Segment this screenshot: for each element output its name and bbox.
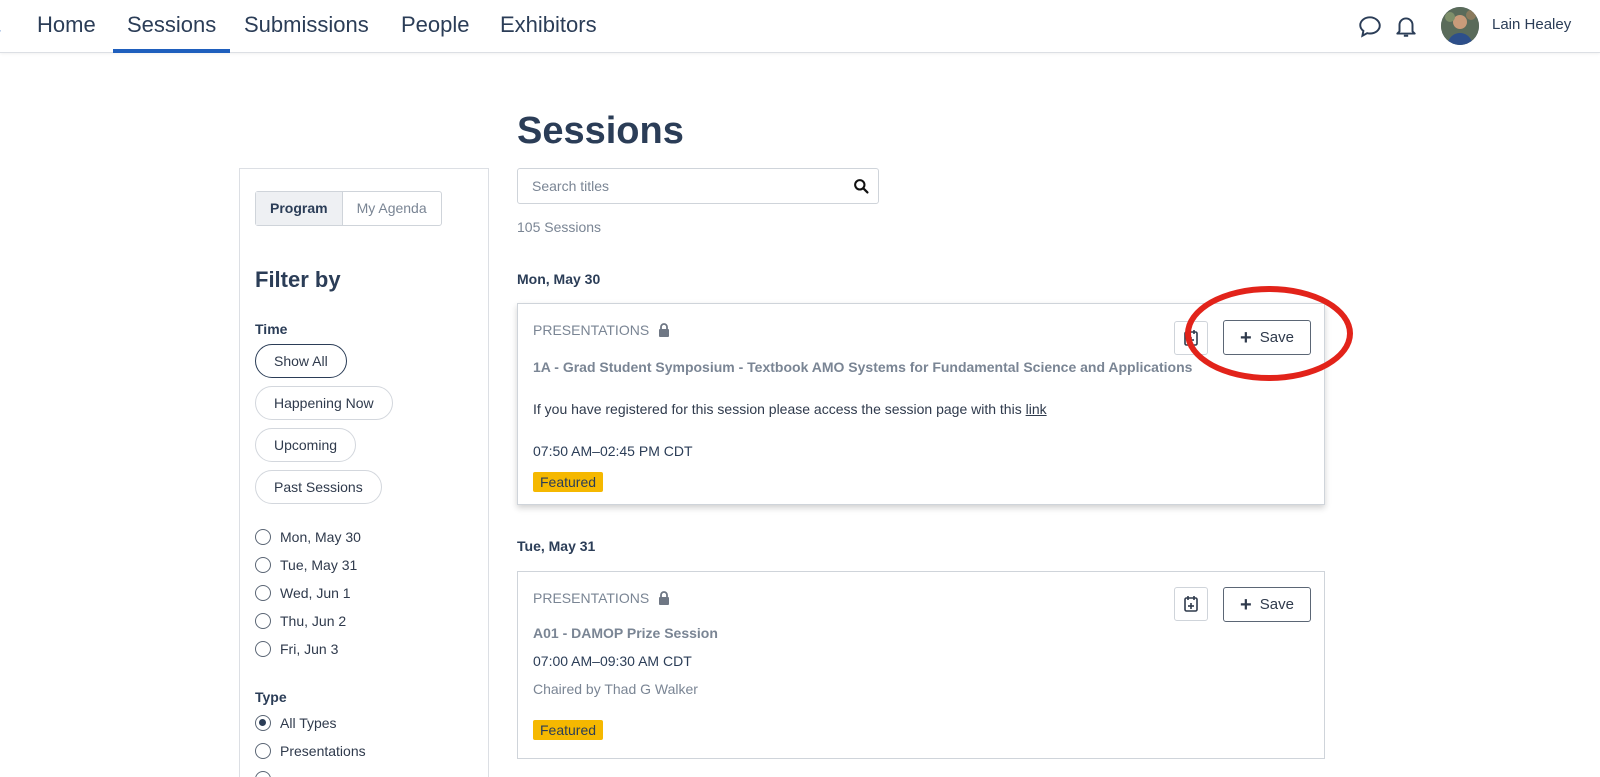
day-heading: Tue, May 31 — [517, 538, 596, 554]
featured-badge: Featured — [533, 720, 604, 740]
day-option[interactable]: Thu, Jun 2 — [255, 611, 346, 631]
tab-program[interactable]: Program — [256, 192, 342, 225]
day-option[interactable]: Wed, Jun 1 — [255, 583, 351, 603]
day-option[interactable]: Fri, Jun 3 — [255, 639, 338, 659]
top-nav: Home Sessions Submissions People Exhibit… — [0, 0, 1600, 53]
type-option[interactable] — [255, 769, 280, 777]
search-input[interactable] — [532, 176, 832, 196]
bell-icon[interactable] — [1393, 13, 1419, 39]
nav-submissions[interactable]: Submissions — [244, 12, 369, 38]
add-to-calendar-button[interactable] — [1174, 321, 1208, 355]
radio-icon[interactable] — [255, 613, 271, 629]
radio-checked-icon[interactable] — [255, 715, 271, 731]
session-type: PRESENTATIONS — [533, 322, 671, 338]
day-label: Wed, Jun 1 — [280, 585, 351, 601]
search-box — [517, 168, 879, 204]
session-type: PRESENTATIONS — [533, 590, 671, 606]
session-link[interactable]: link — [1026, 401, 1047, 417]
session-title[interactable]: 1A - Grad Student Symposium - Textbook A… — [533, 359, 1192, 375]
session-time: 07:00 AM–09:30 AM CDT — [533, 653, 692, 669]
save-label: Save — [1259, 596, 1294, 613]
day-label: Fri, Jun 3 — [280, 641, 339, 657]
radio-icon[interactable] — [255, 557, 271, 573]
nav-sessions[interactable]: Sessions — [112, 12, 231, 53]
radio-icon[interactable] — [255, 585, 271, 601]
view-toggle: Program My Agenda — [255, 191, 442, 226]
session-title[interactable]: A01 - DAMOP Prize Session — [533, 625, 718, 641]
day-option[interactable]: Tue, May 31 — [255, 555, 357, 575]
session-type-label: PRESENTATIONS — [533, 322, 650, 338]
add-to-calendar-button[interactable] — [1174, 587, 1208, 621]
avatar[interactable] — [1441, 7, 1479, 45]
session-card[interactable]: PRESENTATIONS + Save A01 - DAMOP Prize Se… — [517, 571, 1325, 759]
filter-panel: Program My Agenda Filter by Time Show Al… — [239, 168, 489, 777]
calendar-add-icon — [1184, 596, 1198, 612]
radio-icon[interactable] — [255, 529, 271, 545]
lock-icon — [659, 591, 670, 605]
type-label: Type — [255, 689, 287, 705]
save-session-button[interactable]: + Save — [1223, 320, 1311, 355]
time-label: Time — [255, 321, 288, 337]
type-option[interactable]: Presentations — [255, 741, 366, 761]
nav-people[interactable]: People — [401, 12, 470, 38]
page-title: Sessions — [517, 110, 684, 152]
type-label-text: All Types — [280, 715, 337, 731]
day-label: Mon, May 30 — [280, 529, 361, 545]
radio-icon[interactable] — [255, 641, 271, 657]
time-past-sessions[interactable]: Past Sessions — [255, 470, 382, 504]
nav-home[interactable]: Home — [37, 12, 96, 38]
session-chair: Chaired by Thad G Walker — [533, 681, 698, 697]
plus-icon: + — [1240, 326, 1252, 349]
logo-icon[interactable] — [0, 14, 4, 34]
type-option[interactable]: All Types — [255, 713, 337, 733]
plus-icon: + — [1240, 593, 1252, 616]
time-show-all[interactable]: Show All — [255, 344, 347, 378]
tab-my-agenda[interactable]: My Agenda — [341, 192, 441, 225]
day-label: Tue, May 31 — [280, 557, 358, 573]
nav-exhibitors[interactable]: Exhibitors — [500, 12, 597, 38]
type-label-text: Presentations — [280, 743, 366, 759]
time-upcoming[interactable]: Upcoming — [255, 428, 357, 462]
lock-icon — [659, 323, 670, 337]
user-name[interactable]: Lain Healey — [1492, 16, 1571, 33]
save-label: Save — [1259, 329, 1294, 346]
day-label: Thu, Jun 2 — [280, 613, 347, 629]
save-session-button[interactable]: + Save — [1223, 587, 1311, 622]
calendar-add-icon — [1184, 330, 1198, 346]
radio-icon[interactable] — [255, 771, 271, 777]
radio-icon[interactable] — [255, 743, 271, 759]
session-description-text: If you have registered for this session … — [533, 401, 1026, 417]
session-time: 07:50 AM–02:45 PM CDT — [533, 443, 693, 459]
time-happening-now[interactable]: Happening Now — [255, 386, 393, 420]
featured-badge: Featured — [533, 472, 604, 492]
chat-bubble-icon[interactable] — [1357, 13, 1383, 39]
session-description: If you have registered for this session … — [533, 401, 1047, 417]
session-count: 105 Sessions — [517, 219, 602, 235]
day-option[interactable]: Mon, May 30 — [255, 527, 361, 547]
search-icon[interactable] — [853, 178, 870, 195]
session-type-label: PRESENTATIONS — [533, 590, 650, 606]
session-card[interactable]: PRESENTATIONS + Save 1A - Grad Student Sy… — [517, 303, 1325, 505]
day-heading: Mon, May 30 — [517, 271, 601, 287]
filter-title: Filter by — [255, 267, 341, 292]
